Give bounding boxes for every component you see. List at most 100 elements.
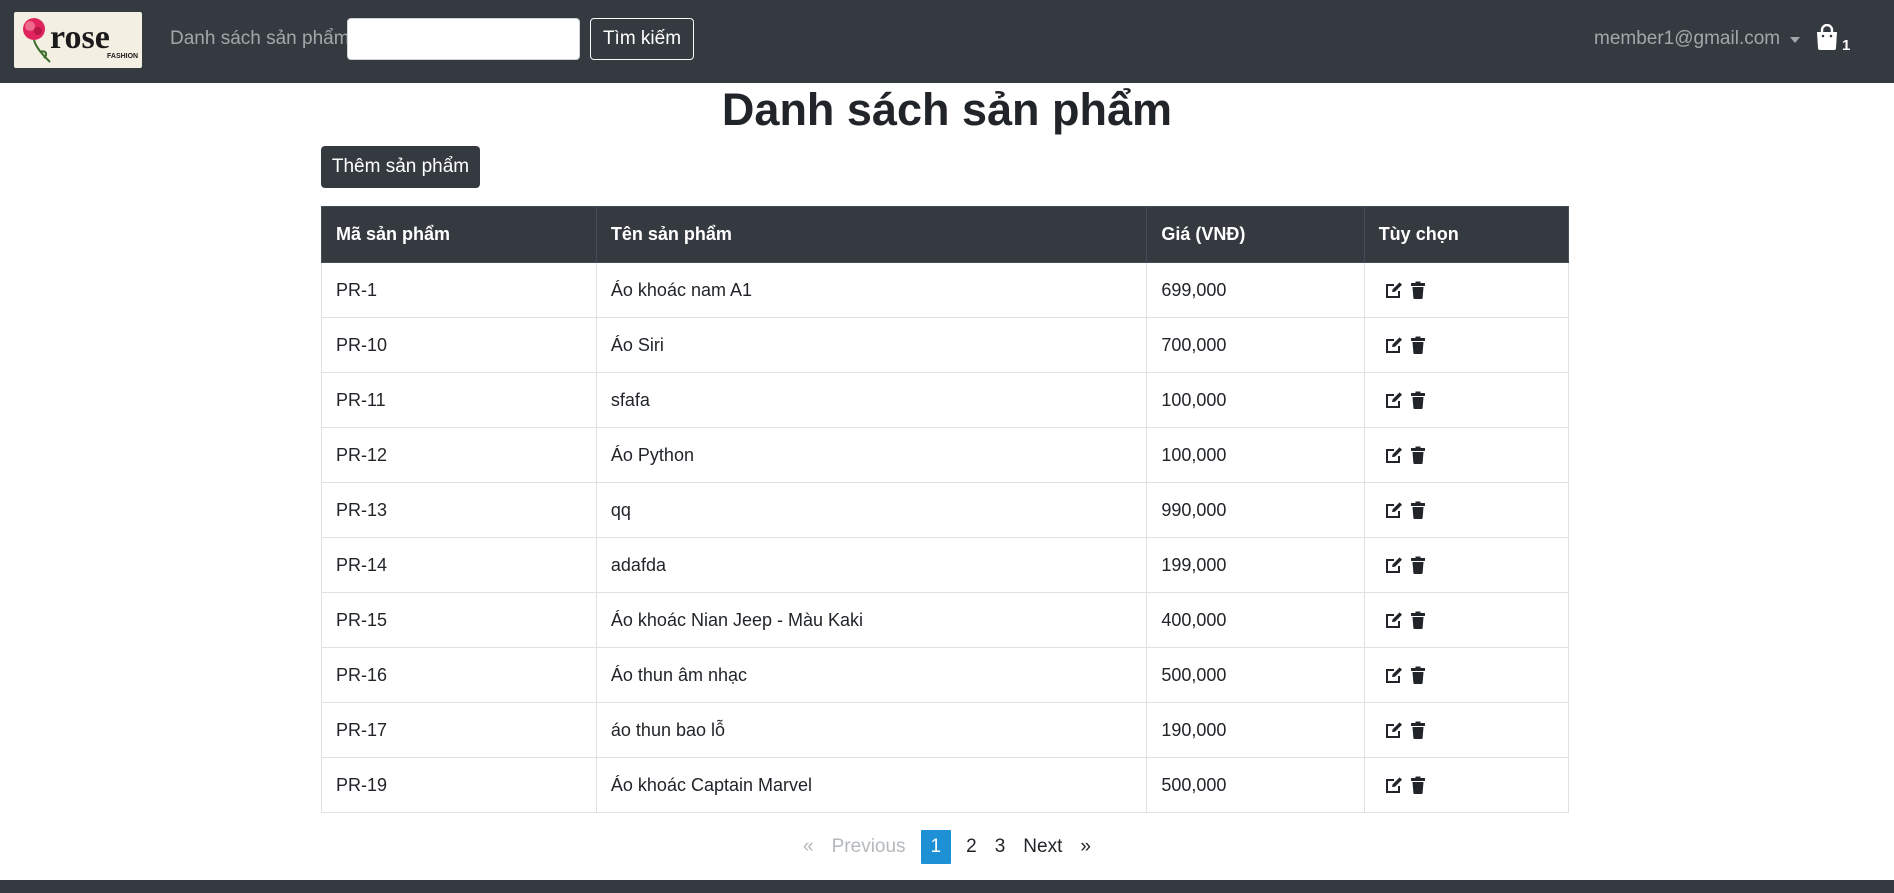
table-row: PR-1 Áo khoác nam A1 699,000 (321, 262, 1570, 318)
product-name: Áo Siri (595, 317, 1148, 373)
trash-icon[interactable] (1410, 336, 1426, 354)
product-price: 190,000 (1146, 702, 1365, 758)
product-price: 500,000 (1146, 647, 1365, 703)
trash-icon[interactable] (1410, 666, 1426, 684)
nav-link-product-list[interactable]: Danh sách sản phẩm (170, 28, 350, 50)
product-code: PR-16 (321, 647, 597, 703)
logo-text: rose (50, 19, 110, 56)
shopping-bag-icon (1816, 23, 1838, 55)
table-row: PR-15 Áo khoác Nian Jeep - Màu Kaki 400,00… (321, 592, 1570, 648)
pagination-page-1[interactable]: 1 (920, 830, 952, 864)
pagination-previous[interactable]: Previous (823, 830, 915, 864)
product-code: PR-17 (321, 702, 597, 758)
table-header-row: Mã sản phẩm Tên sản phẩm Giá (VNĐ) Tùy c… (321, 206, 1570, 263)
edit-icon[interactable] (1384, 776, 1404, 794)
product-code: PR-15 (321, 592, 597, 648)
search-input[interactable] (347, 18, 580, 60)
logo-subtext: FASHION (107, 53, 138, 60)
cart-count-badge: 1 (1842, 37, 1851, 54)
trash-icon[interactable] (1410, 556, 1426, 574)
table-row: PR-13 qq 990,000 (321, 482, 1570, 538)
product-actions (1363, 317, 1570, 373)
table-row: PR-19 Áo khoác Captain Marvel 500,000 (321, 757, 1570, 813)
table-row: PR-12 Áo Python 100,000 (321, 427, 1570, 483)
footer (0, 880, 1894, 893)
product-code: PR-19 (321, 757, 597, 813)
table-row: PR-11 sfafa 100,000 (321, 372, 1570, 428)
header-product-name: Tên sản phẩm (595, 206, 1148, 263)
pagination: « Previous 1 2 3 Next » (0, 830, 1894, 864)
table-row: PR-10 Áo Siri 700,000 (321, 317, 1570, 373)
product-price: 100,000 (1146, 427, 1365, 483)
edit-icon[interactable] (1384, 611, 1404, 629)
user-email: member1@gmail.com (1594, 28, 1781, 49)
product-actions (1363, 647, 1570, 703)
cart-button[interactable]: 1 (1816, 23, 1851, 55)
product-code: PR-14 (321, 537, 597, 593)
product-price: 990,000 (1146, 482, 1365, 538)
brand-logo[interactable]: rose FASHION (14, 12, 142, 68)
table-row: PR-17 áo thun bao lỗ 190,000 (321, 702, 1570, 758)
edit-icon[interactable] (1384, 666, 1404, 684)
product-name: qq (595, 482, 1148, 538)
pagination-next-symbol[interactable]: » (1071, 830, 1100, 864)
edit-icon[interactable] (1384, 556, 1404, 574)
product-code: PR-10 (321, 317, 597, 373)
product-actions (1363, 702, 1570, 758)
pagination-page-3[interactable]: 3 (986, 830, 1015, 864)
edit-icon[interactable] (1384, 336, 1404, 354)
product-price: 100,000 (1146, 372, 1365, 428)
add-product-button[interactable]: Thêm sản phẩm (321, 146, 480, 188)
edit-icon[interactable] (1384, 446, 1404, 464)
product-price: 699,000 (1146, 262, 1365, 318)
product-name: adafda (595, 537, 1148, 593)
product-name: Áo thun âm nhạc (595, 647, 1148, 703)
product-code: PR-1 (321, 262, 597, 318)
product-price: 199,000 (1146, 537, 1365, 593)
product-actions (1363, 757, 1570, 813)
trash-icon[interactable] (1410, 391, 1426, 409)
pagination-next[interactable]: Next (1014, 830, 1071, 864)
product-name: Áo khoác nam A1 (595, 262, 1148, 318)
product-name: Áo Python (595, 427, 1148, 483)
trash-icon[interactable] (1410, 446, 1426, 464)
product-code: PR-12 (321, 427, 597, 483)
product-table: Mã sản phẩm Tên sản phẩm Giá (VNĐ) Tùy c… (321, 206, 1570, 813)
product-name: áo thun bao lỗ (595, 702, 1148, 758)
product-actions (1363, 482, 1570, 538)
search-button[interactable]: Tìm kiếm (590, 18, 694, 60)
trash-icon[interactable] (1410, 611, 1426, 629)
product-price: 700,000 (1146, 317, 1365, 373)
trash-icon[interactable] (1410, 281, 1426, 299)
product-actions (1363, 372, 1570, 428)
pagination-prev-symbol: « (803, 836, 814, 857)
page-title: Danh sách sản phẩm (721, 84, 1173, 135)
edit-icon[interactable] (1384, 391, 1404, 409)
table-row: PR-14 adafda 199,000 (321, 537, 1570, 593)
trash-icon[interactable] (1410, 776, 1426, 794)
product-code: PR-13 (321, 482, 597, 538)
product-price: 400,000 (1146, 592, 1365, 648)
chevron-down-icon (1790, 37, 1801, 43)
product-actions (1363, 537, 1570, 593)
user-dropdown[interactable]: member1@gmail.com (1594, 28, 1801, 50)
edit-icon[interactable] (1384, 501, 1404, 519)
trash-icon[interactable] (1410, 721, 1426, 739)
product-name: Áo khoác Nian Jeep - Màu Kaki (595, 592, 1148, 648)
edit-icon[interactable] (1384, 721, 1404, 739)
header-product-code: Mã sản phẩm (321, 206, 597, 263)
product-name: sfafa (595, 372, 1148, 428)
table-row: PR-16 Áo thun âm nhạc 500,000 (321, 647, 1570, 703)
product-name: Áo khoác Captain Marvel (595, 757, 1148, 813)
navbar: rose FASHION Danh sách sản phẩm Tìm kiếm… (0, 0, 1894, 83)
header-options: Tùy chọn (1363, 206, 1570, 263)
header-price: Giá (VNĐ) (1146, 206, 1365, 263)
edit-icon[interactable] (1384, 281, 1404, 299)
product-actions (1363, 262, 1570, 318)
product-code: PR-11 (321, 372, 597, 428)
product-actions (1363, 427, 1570, 483)
product-price: 500,000 (1146, 757, 1365, 813)
trash-icon[interactable] (1410, 501, 1426, 519)
product-actions (1363, 592, 1570, 648)
pagination-page-2[interactable]: 2 (957, 830, 986, 864)
